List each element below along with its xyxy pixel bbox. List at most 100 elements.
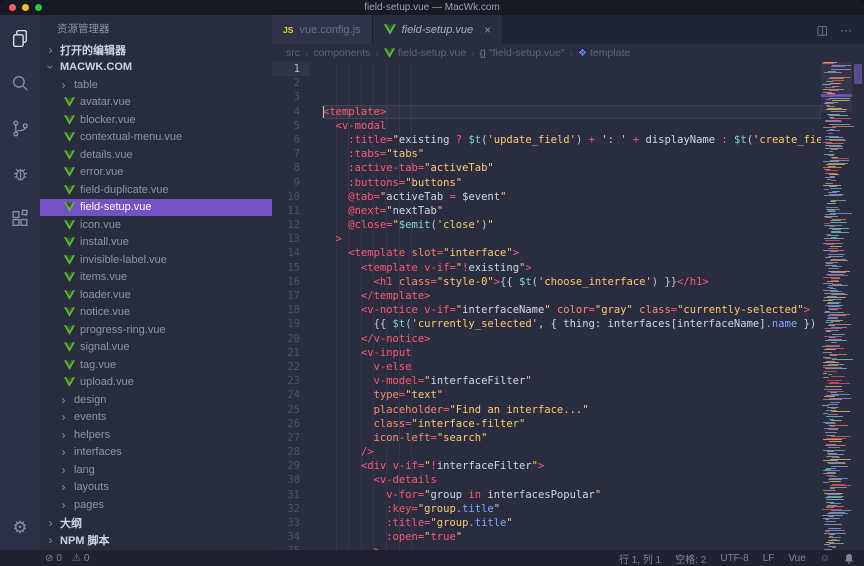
tree-item-label: field-setup.vue [80, 201, 152, 213]
minimap[interactable] [821, 62, 852, 550]
line-number-2: 2 [272, 76, 310, 90]
tree-item-tag-vue[interactable]: tag.vue [40, 356, 272, 374]
tree-item-blocker-vue[interactable]: blocker.vue [40, 111, 272, 129]
tree-item-progress-ring-vue[interactable]: progress-ring.vue [40, 321, 272, 339]
code-line-25: /> [323, 445, 821, 459]
explorer-icon[interactable] [9, 27, 31, 49]
tree-item-field-setup-vue[interactable]: field-setup.vue [40, 199, 272, 217]
warnings-status[interactable]: ⚠ 0 [72, 553, 90, 564]
breadcrumb-item-template[interactable]: ❖template [578, 47, 630, 59]
outline-section[interactable]: › 大纲 [40, 514, 272, 532]
breadcrumb-item--field-setup-vue-[interactable]: {}"field-setup.vue" [480, 47, 565, 59]
tree-item-label: signal.vue [80, 341, 130, 353]
line-number-29: 29 [272, 459, 310, 473]
search-icon[interactable] [9, 72, 31, 94]
line-number-17: 17 [272, 289, 310, 303]
tree-item-table[interactable]: ›table [40, 76, 272, 94]
root-folder-label: MACWK.COM [60, 61, 132, 73]
tree-item-design[interactable]: ›design [40, 391, 272, 409]
tree-item-helpers[interactable]: ›helpers [40, 426, 272, 444]
code-line-15: <v-notice v-if="interfaceName" color="gr… [323, 303, 821, 317]
tree-item-contextual-menu-vue[interactable]: contextual-menu.vue [40, 129, 272, 147]
tree-item-loader-vue[interactable]: loader.vue [40, 286, 272, 304]
breadcrumb-label: template [590, 47, 630, 59]
close-window-button[interactable] [9, 4, 16, 11]
code-line-27: <v-details [323, 473, 821, 487]
tree-item-interfaces[interactable]: ›interfaces [40, 444, 272, 462]
code-line-13: <h1 class="style-0">{{ $t('choose_interf… [323, 275, 821, 289]
source-control-icon[interactable] [9, 117, 31, 139]
debug-icon[interactable] [9, 162, 31, 184]
tree-item-events[interactable]: ›events [40, 409, 272, 427]
extensions-icon[interactable] [9, 207, 31, 229]
feedback-smiley-icon[interactable]: ☺ [820, 553, 830, 564]
vue-file-icon [64, 325, 75, 335]
scrollbar-thumb[interactable] [854, 64, 862, 84]
code-line-5: :active-tab="activeTab" [323, 161, 821, 175]
error-count: 0 [56, 553, 62, 564]
npm-scripts-section[interactable]: › NPM 脚本 [40, 532, 272, 550]
breadcrumb-item-components[interactable]: components [313, 47, 370, 59]
notifications-bell-icon[interactable] [844, 553, 854, 564]
tree-item-items-vue[interactable]: items.vue [40, 269, 272, 287]
tree-item-label: invisible-label.vue [80, 254, 167, 266]
zoom-window-button[interactable] [35, 4, 42, 11]
tree-item-avatar-vue[interactable]: avatar.vue [40, 94, 272, 112]
editor-group: JSvue.config.js field-setup.vue× ◫ ··· s… [272, 15, 864, 550]
code-content[interactable]: <template> <v-modal :title="existing ? $… [310, 62, 821, 550]
breadcrumb-item-src[interactable]: src [286, 47, 300, 59]
tree-item-icon-vue[interactable]: icon.vue [40, 216, 272, 234]
breadcrumb-label: "field-setup.vue" [489, 47, 565, 59]
tree-item-pages[interactable]: ›pages [40, 496, 272, 514]
close-tab-icon[interactable]: × [484, 24, 491, 36]
symbol-template-icon: ❖ [578, 48, 587, 59]
tree-item-label: table [74, 79, 98, 91]
code-line-21: type="text" [323, 388, 821, 402]
tab-field-setup-vue[interactable]: field-setup.vue× [373, 15, 504, 44]
chevron-right-icon: › [58, 445, 69, 459]
root-folder-section[interactable]: › MACWK.COM [40, 59, 272, 77]
tree-item-lang[interactable]: ›lang [40, 461, 272, 479]
tree-item-details-vue[interactable]: details.vue [40, 146, 272, 164]
breadcrumb-separator: › [570, 48, 573, 59]
line-number-5: 5 [272, 119, 310, 133]
errors-status[interactable]: ⊘ 0 [45, 553, 62, 564]
code-line-4: :tabs="tabs" [323, 147, 821, 161]
line-number-16: 16 [272, 275, 310, 289]
more-actions-icon[interactable]: ··· [840, 23, 852, 37]
code-line-19: v-else [323, 360, 821, 374]
vue-file-icon [64, 237, 75, 247]
code-line-9: @close="$emit('close')" [323, 218, 821, 232]
error-icon: ⊘ [45, 553, 53, 564]
settings-gear-icon[interactable]: ⚙ [9, 516, 31, 538]
tree-item-layouts[interactable]: ›layouts [40, 479, 272, 497]
status-item-0[interactable]: 行 1, 列 1 [619, 551, 661, 566]
breadcrumb-item-field-setup-vue[interactable]: field-setup.vue [384, 47, 466, 59]
status-item-4[interactable]: Vue [788, 553, 805, 564]
code-line-29: :key="group.title" [323, 502, 821, 516]
chevron-right-icon: › [58, 393, 69, 407]
tree-item-upload-vue[interactable]: upload.vue [40, 374, 272, 392]
tree-item-invisible-label-vue[interactable]: invisible-label.vue [40, 251, 272, 269]
minimize-window-button[interactable] [22, 4, 29, 11]
tree-item-field-duplicate-vue[interactable]: field-duplicate.vue [40, 181, 272, 199]
status-item-1[interactable]: 空格: 2 [675, 551, 706, 566]
line-number-35: 35 [272, 544, 310, 550]
chevron-right-icon: › [58, 480, 69, 494]
split-editor-icon[interactable]: ◫ [817, 23, 828, 37]
vue-file-icon [64, 272, 75, 282]
tree-item-signal-vue[interactable]: signal.vue [40, 339, 272, 357]
tree-item-notice-vue[interactable]: notice.vue [40, 304, 272, 322]
warning-count: 0 [84, 553, 90, 564]
tree-item-install-vue[interactable]: install.vue [40, 234, 272, 252]
tab-vue-config-js[interactable]: JSvue.config.js [272, 15, 373, 44]
status-item-2[interactable]: UTF-8 [720, 553, 748, 564]
line-number-7: 7 [272, 147, 310, 161]
minimap-viewport[interactable] [821, 62, 852, 112]
tree-item-error-vue[interactable]: error.vue [40, 164, 272, 182]
line-number-21: 21 [272, 346, 310, 360]
code-editor[interactable]: 1234567891011121314151617181920212223242… [272, 62, 864, 550]
open-editors-section[interactable]: › 打开的编辑器 [40, 41, 272, 59]
status-item-3[interactable]: LF [763, 553, 775, 564]
editor-scrollbar[interactable] [852, 62, 864, 550]
